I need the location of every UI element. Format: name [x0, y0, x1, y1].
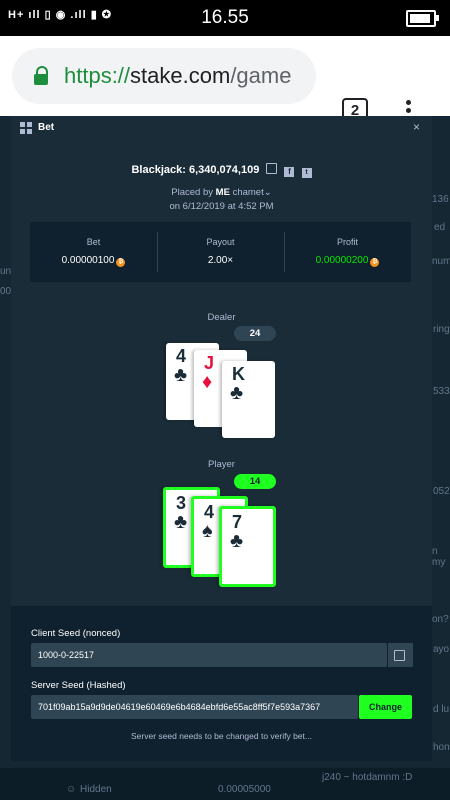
player-total-badge: 14 — [234, 474, 276, 489]
copy-seed-button[interactable] — [387, 643, 413, 667]
client-seed-label: Client Seed (nonced) — [31, 628, 121, 639]
bg-fragment: 533 — [433, 386, 450, 397]
stat-value: 0.00000200 ₿ — [284, 255, 411, 267]
bitcoin-icon: ₿ — [116, 258, 126, 267]
placed-by: Placed by ME chamet⌄ — [11, 187, 432, 198]
bg-fragment: ayo — [433, 644, 450, 655]
bg-fragment: n my — [432, 546, 446, 568]
game-title-text: Blackjack: 6,340,074,109 — [131, 164, 260, 176]
hidden-amount: 0.00005000 — [218, 784, 271, 795]
bg-fragment: num — [432, 256, 450, 267]
dealer-total-badge: 24 — [234, 326, 276, 341]
card-suit: ♠ — [202, 520, 213, 542]
bg-fragment: d lu — [433, 704, 450, 715]
hidden-user-icon: ☺ — [66, 784, 77, 795]
player-card-3: 7 ♣ — [219, 506, 276, 587]
dealer-label: Dealer — [207, 312, 236, 323]
stat-label: Profit — [336, 237, 358, 247]
dealer-card-3: K ♣ — [222, 361, 275, 438]
player-label: Player — [208, 459, 235, 470]
card-suit: ♣ — [174, 511, 188, 533]
placed-by-prefix: Placed by — [171, 187, 214, 198]
client-seed-field[interactable]: 1000-0-22517 — [31, 643, 387, 667]
status-bar: H+ ıll ▯ ◉ .ıll ▮ ✪ 16.55 — [0, 0, 450, 36]
close-icon[interactable]: × — [413, 120, 420, 134]
bg-fragment: hon' — [433, 742, 450, 753]
battery-icon — [406, 10, 439, 27]
stat-label: Bet — [86, 237, 101, 247]
modal-title: Bet — [38, 122, 55, 133]
address-bar[interactable]: https://stake.com/game — [12, 48, 316, 104]
bg-fragment: on? — [432, 614, 449, 625]
bg-fragment: 136 — [432, 194, 449, 205]
url-path: /game — [230, 63, 292, 88]
bg-fragment: 00 — [0, 286, 12, 297]
stat-value-text: 0.00000100 — [61, 255, 115, 266]
stat-profit: Profit 0.00000200 ₿ — [284, 222, 411, 282]
bg-fragment: ed — [434, 222, 446, 233]
modal-header: Bet × — [11, 116, 432, 140]
bet-modal: Bet × Blackjack: 6,340,074,109 f t Place… — [11, 116, 432, 761]
card-suit: ♦ — [202, 371, 213, 393]
copy-icon[interactable] — [266, 163, 278, 174]
bg-fragment: 052 — [433, 486, 450, 497]
stat-value: 0.00000100 ₿ — [30, 255, 157, 267]
stat-bet: Bet 0.00000100 ₿ — [30, 222, 157, 282]
background-bottom-bar: ☺ Hidden 0.00005000 j240 ~ hotdamnm :D — [0, 768, 450, 800]
chevron-down-icon[interactable]: ⌄ — [264, 187, 272, 198]
stat-value: 2.00× — [207, 255, 234, 266]
seed-section: Client Seed (nonced) 1000-0-22517 Server… — [11, 606, 432, 761]
bet-date: on 6/12/2019 at 4:52 PM — [169, 201, 274, 212]
clock: 16.55 — [201, 7, 249, 28]
verify-note: Server seed needs to be changed to verif… — [131, 731, 312, 741]
card-suit: ♣ — [230, 382, 244, 404]
url-text[interactable]: https://stake.com/game — [64, 63, 291, 89]
server-seed-field[interactable]: 701f09ab15a9d9de04619e60469e6b4684ebfd6e… — [31, 695, 358, 719]
change-seed-button[interactable]: Change — [359, 695, 412, 719]
username-link[interactable]: chamet — [233, 187, 264, 198]
stat-label: Payout — [206, 237, 235, 247]
url-host: stake.com — [130, 63, 231, 88]
bet-icon — [20, 122, 32, 134]
chat-message: j240 ~ hotdamnm :D — [322, 772, 413, 783]
user-prefix: ME — [215, 187, 230, 198]
bg-fragment: ring — [433, 324, 450, 335]
copy-icon — [394, 650, 405, 661]
stat-value-text: 0.00000200 — [315, 255, 369, 266]
card-suit: ♣ — [230, 530, 244, 552]
twitter-icon[interactable]: t — [301, 168, 312, 178]
stat-payout: Payout 2.00× — [157, 222, 284, 282]
card-suit: ♣ — [174, 364, 188, 386]
game-title: Blackjack: 6,340,074,109 f t — [11, 163, 432, 178]
facebook-icon[interactable]: f — [284, 167, 295, 177]
lock-icon — [34, 66, 48, 86]
browser-toolbar: https://stake.com/game 2 — [0, 36, 450, 124]
hidden-user: Hidden — [80, 784, 112, 795]
bet-stats: Bet 0.00000100 ₿ Payout 2.00× Profit 0.00… — [30, 222, 411, 282]
battery-level — [410, 14, 430, 23]
bitcoin-icon: ₿ — [370, 258, 380, 267]
server-seed-label: Server Seed (Hashed) — [31, 680, 126, 691]
url-scheme: https:// — [64, 63, 131, 88]
